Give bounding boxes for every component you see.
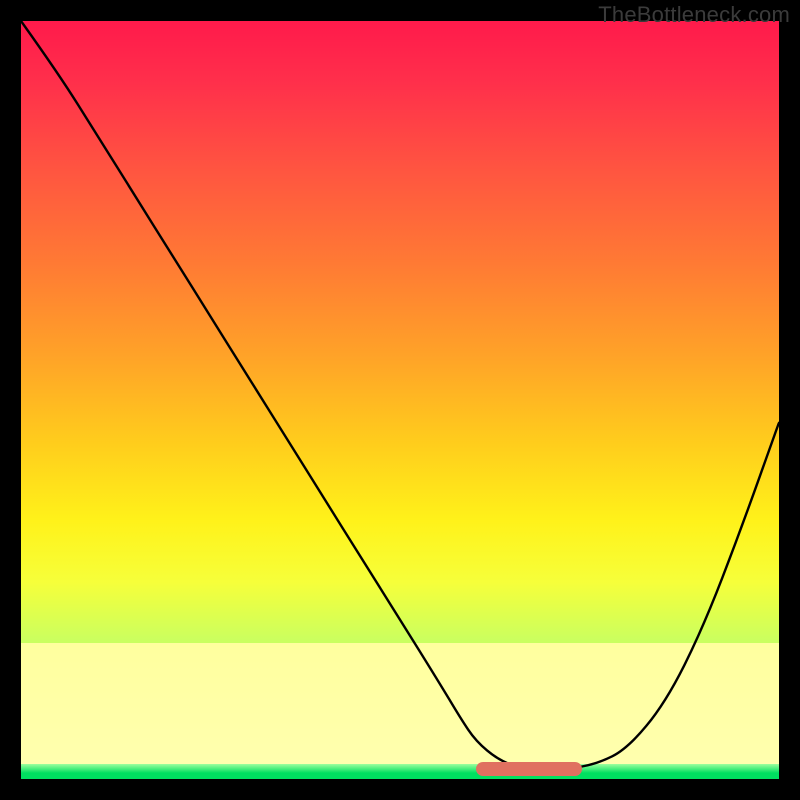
optimal-range-bar (476, 762, 582, 776)
bottleneck-curve (21, 21, 779, 779)
plot-area (21, 21, 779, 779)
chart-frame: TheBottleneck.com (0, 0, 800, 800)
watermark-text: TheBottleneck.com (598, 2, 790, 28)
